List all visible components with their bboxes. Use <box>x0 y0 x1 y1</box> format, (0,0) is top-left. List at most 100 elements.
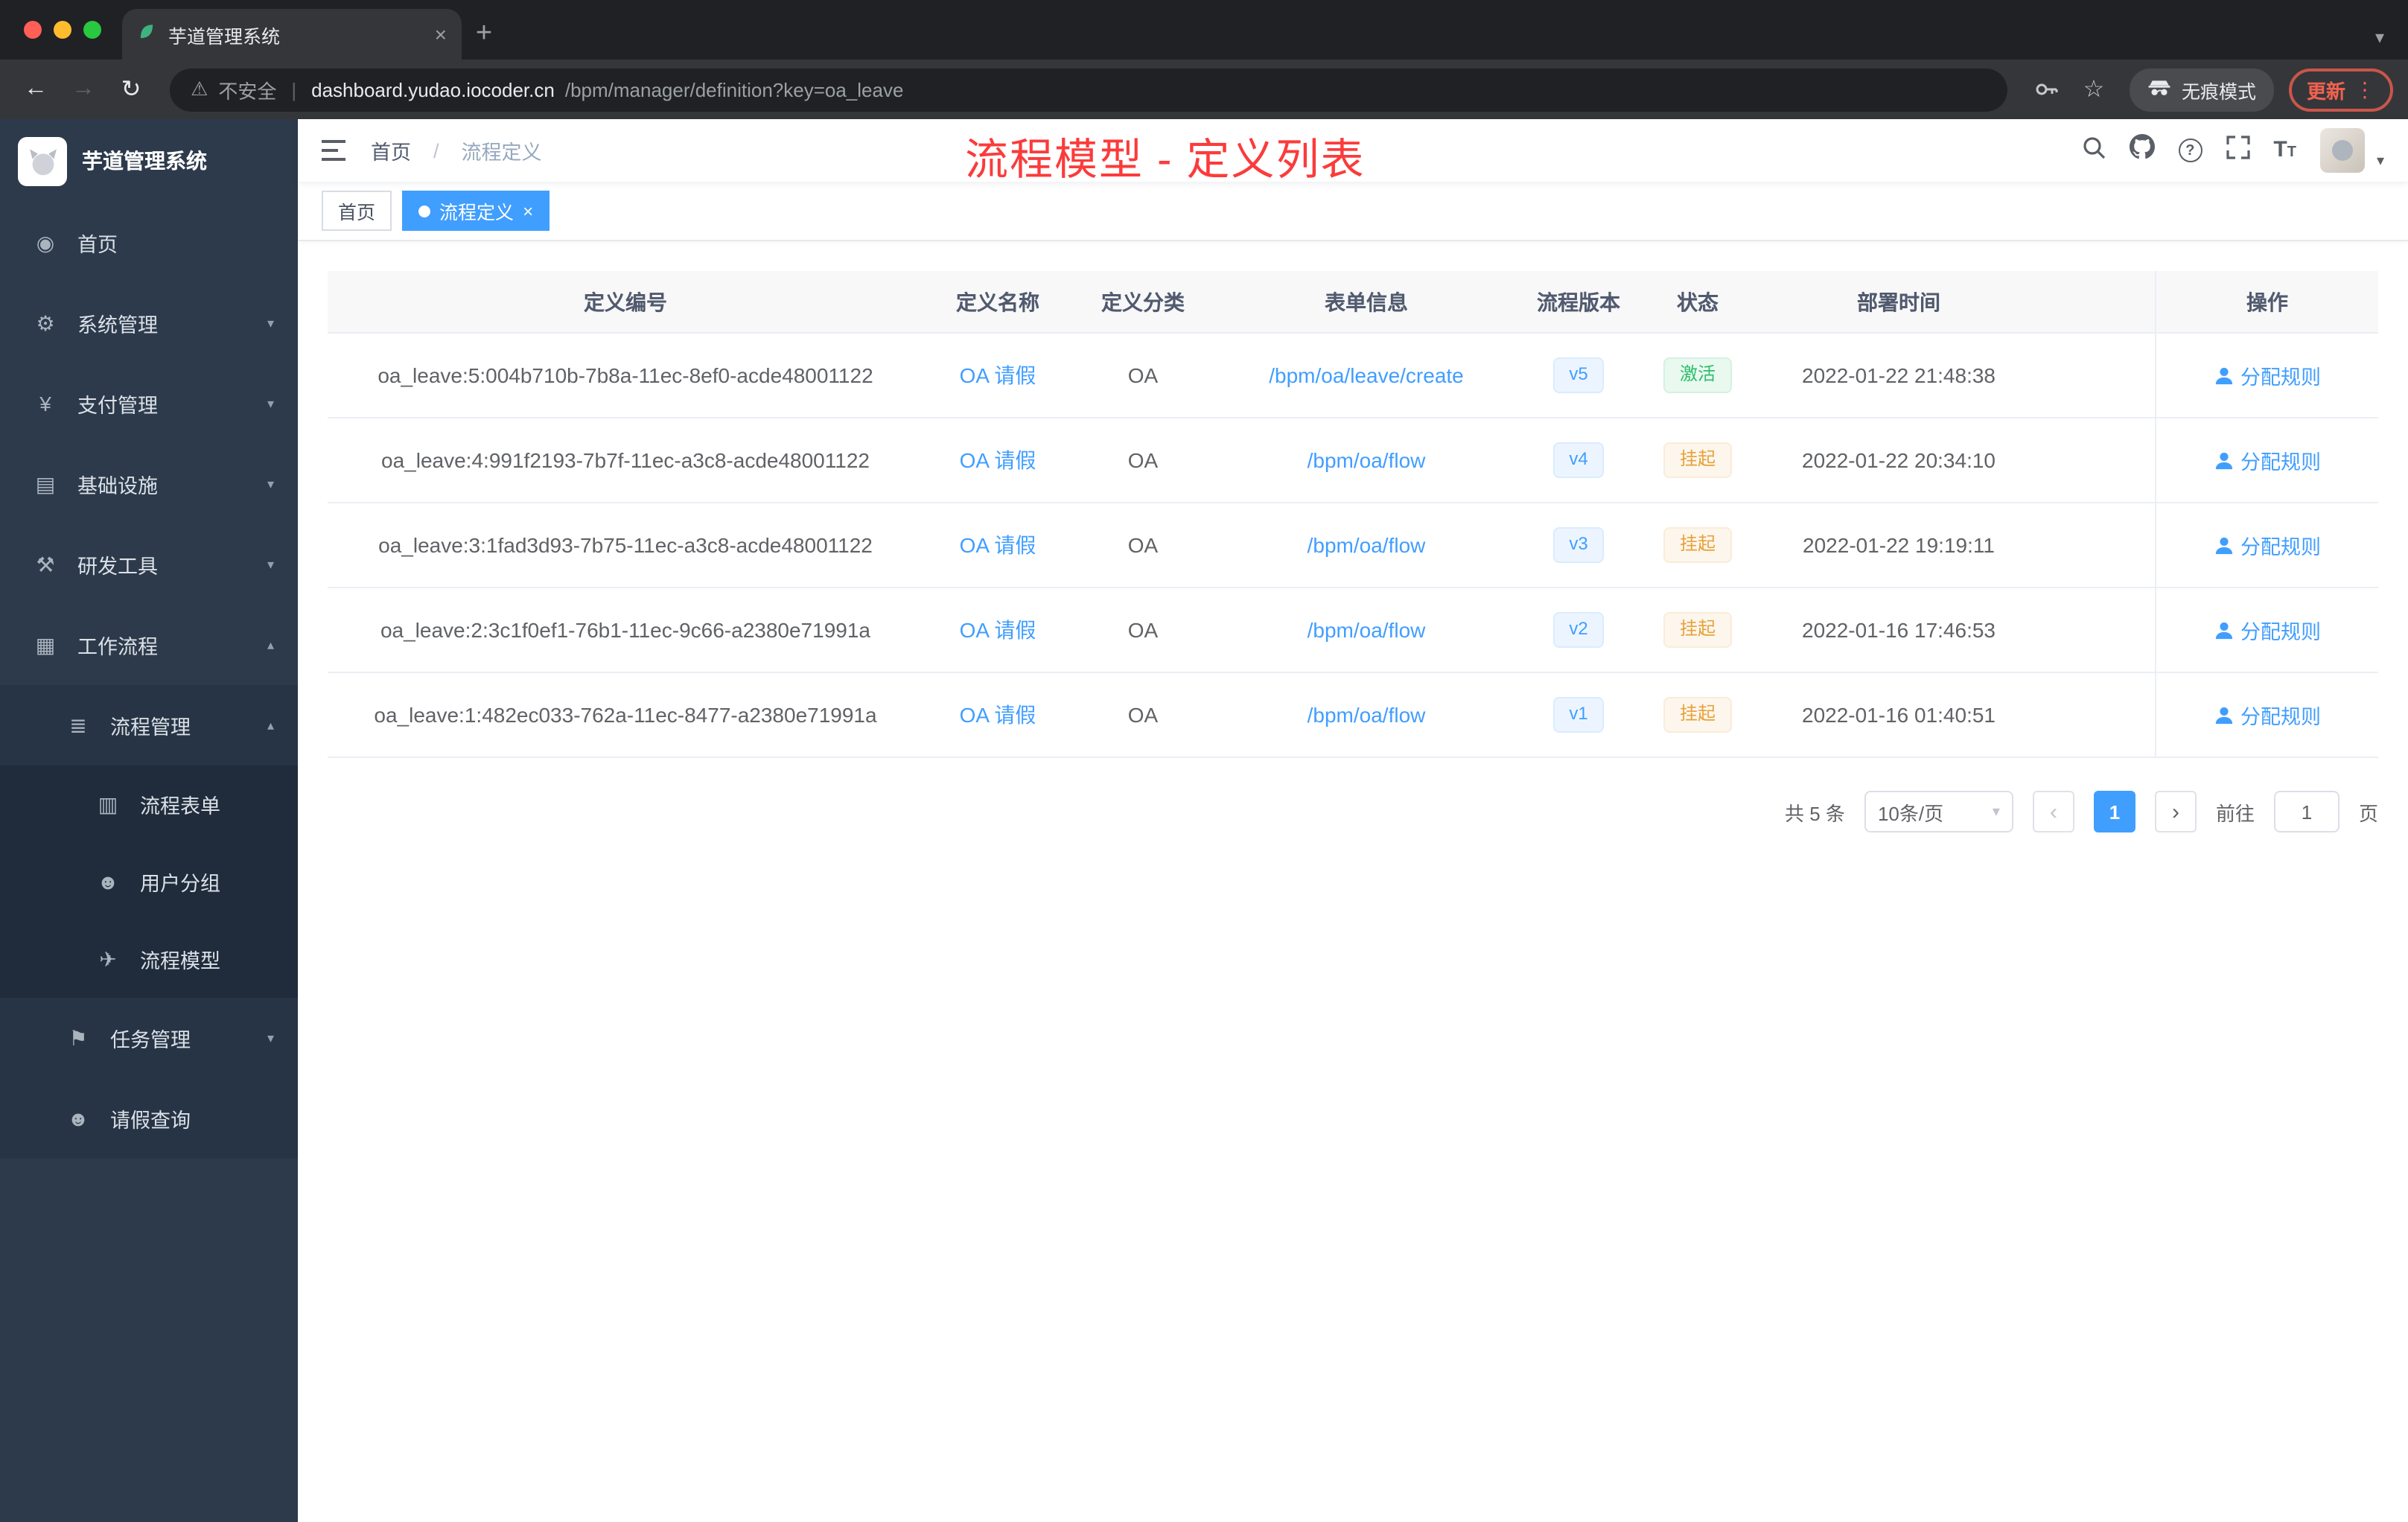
sidebar-item-home[interactable]: ◉ 首页 <box>0 203 298 283</box>
bookmark-star-icon[interactable]: ☆ <box>2073 69 2115 110</box>
definition-name-link[interactable]: OA 请假 <box>960 533 1036 557</box>
fullscreen-icon[interactable] <box>2226 135 2249 166</box>
table-header-row: 定义编号 定义名称 定义分类 表单信息 流程版本 状态 部署时间 操作 <box>328 271 2378 334</box>
sidebar-item-label: 研发工具 <box>77 555 158 578</box>
browser-toolbar: ← → ↻ ⚠ 不安全 | dashboard.yudao.iocoder.cn… <box>0 60 2408 119</box>
tab-title: 芋道管理系统 <box>168 26 281 47</box>
sidebar-item-label: 支付管理 <box>77 395 158 417</box>
tag-process-definition[interactable]: 流程定义 × <box>402 191 550 231</box>
assign-rule-link[interactable]: 分配规则 <box>2214 445 2321 475</box>
next-page-button[interactable]: › <box>2154 791 2197 832</box>
form-link[interactable]: /bpm/oa/flow <box>1307 618 1426 642</box>
sidebar-item-payment[interactable]: ¥ 支付管理 ▾ <box>0 363 298 444</box>
version-tag: v4 <box>1552 442 1605 478</box>
sidebar-item-label: 流程管理 <box>110 716 191 739</box>
definition-name-link[interactable]: OA 请假 <box>960 448 1036 472</box>
search-icon[interactable] <box>2081 135 2105 166</box>
sidebar-logo[interactable]: 芋道管理系统 <box>0 119 298 203</box>
back-button[interactable]: ← <box>15 69 57 110</box>
security-label: 不安全 <box>218 80 277 102</box>
send-icon: ✈ <box>99 946 117 970</box>
goto-unit: 页 <box>2358 802 2378 824</box>
column-header: 部署时间 <box>1857 290 1940 313</box>
version-tag: v2 <box>1552 612 1605 648</box>
tag-label: 首页 <box>338 203 376 223</box>
user-avatar[interactable] <box>2319 128 2365 173</box>
status-tag: 挂起 <box>1663 527 1732 563</box>
sidebar-item-label: 请假查询 <box>110 1109 191 1132</box>
definition-name-link[interactable]: OA 请假 <box>960 363 1036 387</box>
assign-rule-link[interactable]: 分配规则 <box>2214 360 2321 390</box>
help-icon[interactable]: ? <box>2178 138 2202 162</box>
chevron-up-icon: ▴ <box>267 717 274 732</box>
breadcrumb-home[interactable]: 首页 <box>371 136 411 165</box>
tab-close-icon[interactable]: × <box>435 22 447 46</box>
assign-rule-link[interactable]: 分配规则 <box>2214 700 2321 730</box>
browser-menu-icon[interactable]: ⋮ <box>2354 77 2375 102</box>
chevron-up-icon: ▴ <box>267 637 274 652</box>
update-button[interactable]: 更新 ⋮ <box>2288 68 2393 111</box>
page-size-select[interactable]: 10条/页 ▾ <box>1864 791 2013 832</box>
chevron-down-icon: ▾ <box>267 476 274 491</box>
form-link[interactable]: /bpm/oa/flow <box>1307 703 1426 727</box>
definition-id-cell: oa_leave:1:482ec033-762a-11ec-8477-a2380… <box>374 703 877 727</box>
sidebar-item-process-form[interactable]: ▥ 流程表单 <box>0 765 298 843</box>
zoom-window-button[interactable] <box>83 21 101 39</box>
address-bar[interactable]: ⚠ 不安全 | dashboard.yudao.iocoder.cn/bpm/m… <box>170 68 2007 111</box>
tab-favicon-leaf-icon <box>137 22 156 46</box>
minimize-window-button[interactable] <box>54 21 71 39</box>
reload-button[interactable]: ↻ <box>110 69 152 110</box>
sidebar-item-infrastructure[interactable]: ▤ 基础设施 ▾ <box>0 444 298 524</box>
key-icon[interactable] <box>2025 69 2067 110</box>
tab-search-chevron-icon[interactable]: ▾ <box>2375 27 2408 60</box>
user-icon <box>2214 366 2232 384</box>
goto-page-input[interactable] <box>2273 791 2339 832</box>
tag-close-icon[interactable]: × <box>523 200 533 221</box>
form-link[interactable]: /bpm/oa/flow <box>1307 533 1426 557</box>
definition-id-cell: oa_leave:4:991f2193-7b7f-11ec-a3c8-acde4… <box>381 448 870 472</box>
url-divider: | <box>291 78 297 101</box>
close-window-button[interactable] <box>24 21 42 39</box>
status-tag: 激活 <box>1663 357 1732 393</box>
form-link[interactable]: /bpm/oa/leave/create <box>1269 363 1464 387</box>
sidebar-item-process-manage[interactable]: ≣ 流程管理 ▴ <box>0 685 298 765</box>
chevron-down-icon: ▾ <box>267 1030 274 1045</box>
incognito-label: 无痕模式 <box>2181 81 2256 102</box>
font-size-icon[interactable]: TT <box>2273 137 2296 164</box>
definition-name-link[interactable]: OA 请假 <box>960 703 1036 727</box>
user-icon <box>2214 536 2232 554</box>
deploy-time-cell: 2022-01-16 17:46:53 <box>1802 618 1995 642</box>
browser-tab[interactable]: 芋道管理系统 × <box>122 9 462 60</box>
sidebar-item-system[interactable]: ⚙ 系统管理 ▾ <box>0 283 298 363</box>
sidebar-item-label: 首页 <box>77 234 118 256</box>
form-icon: ▥ <box>98 792 118 815</box>
sidebar-item-task-manage[interactable]: ⚑ 任务管理 ▾ <box>0 998 298 1078</box>
category-cell: OA <box>1127 533 1159 557</box>
avatar-caret-icon[interactable]: ▾ <box>2377 153 2384 169</box>
form-link[interactable]: /bpm/oa/flow <box>1307 448 1426 472</box>
tag-home[interactable]: 首页 <box>322 191 392 231</box>
sidebar-item-workflow[interactable]: ▦ 工作流程 ▴ <box>0 605 298 685</box>
github-icon[interactable] <box>2129 134 2155 167</box>
new-tab-button[interactable]: + <box>462 9 506 60</box>
category-cell: OA <box>1127 363 1159 387</box>
forward-button[interactable]: → <box>63 69 104 110</box>
traffic-lights <box>0 0 122 60</box>
status-tag: 挂起 <box>1663 442 1732 478</box>
sidebar-item-user-group[interactable]: ☻ 用户分组 <box>0 843 298 920</box>
assign-rule-link[interactable]: 分配规则 <box>2214 615 2321 645</box>
table-row: oa_leave:2:3c1f0ef1-76b1-11ec-9c66-a2380… <box>328 588 2378 673</box>
sidebar-item-devtools[interactable]: ⚒ 研发工具 ▾ <box>0 524 298 605</box>
sidebar-item-process-model[interactable]: ✈ 流程模型 <box>0 920 298 998</box>
prev-page-button[interactable]: ‹ <box>2032 791 2074 832</box>
total-count: 共 5 条 <box>1785 802 1845 824</box>
collapse-sidebar-icon[interactable] <box>322 138 348 162</box>
page-size-value: 10条/页 <box>1877 802 1944 824</box>
url-domain: dashboard.yudao.iocoder.cn <box>311 78 555 101</box>
definition-name-link[interactable]: OA 请假 <box>960 618 1036 642</box>
assign-rule-link[interactable]: 分配规则 <box>2214 530 2321 560</box>
definition-table: 定义编号 定义名称 定义分类 表单信息 流程版本 状态 部署时间 操作 oa_l… <box>328 271 2378 758</box>
page-number-button[interactable]: 1 <box>2093 791 2135 832</box>
sidebar-item-leave-query[interactable]: ☻ 请假查询 <box>0 1078 298 1159</box>
deploy-time-cell: 2022-01-22 20:34:10 <box>1802 448 1995 472</box>
